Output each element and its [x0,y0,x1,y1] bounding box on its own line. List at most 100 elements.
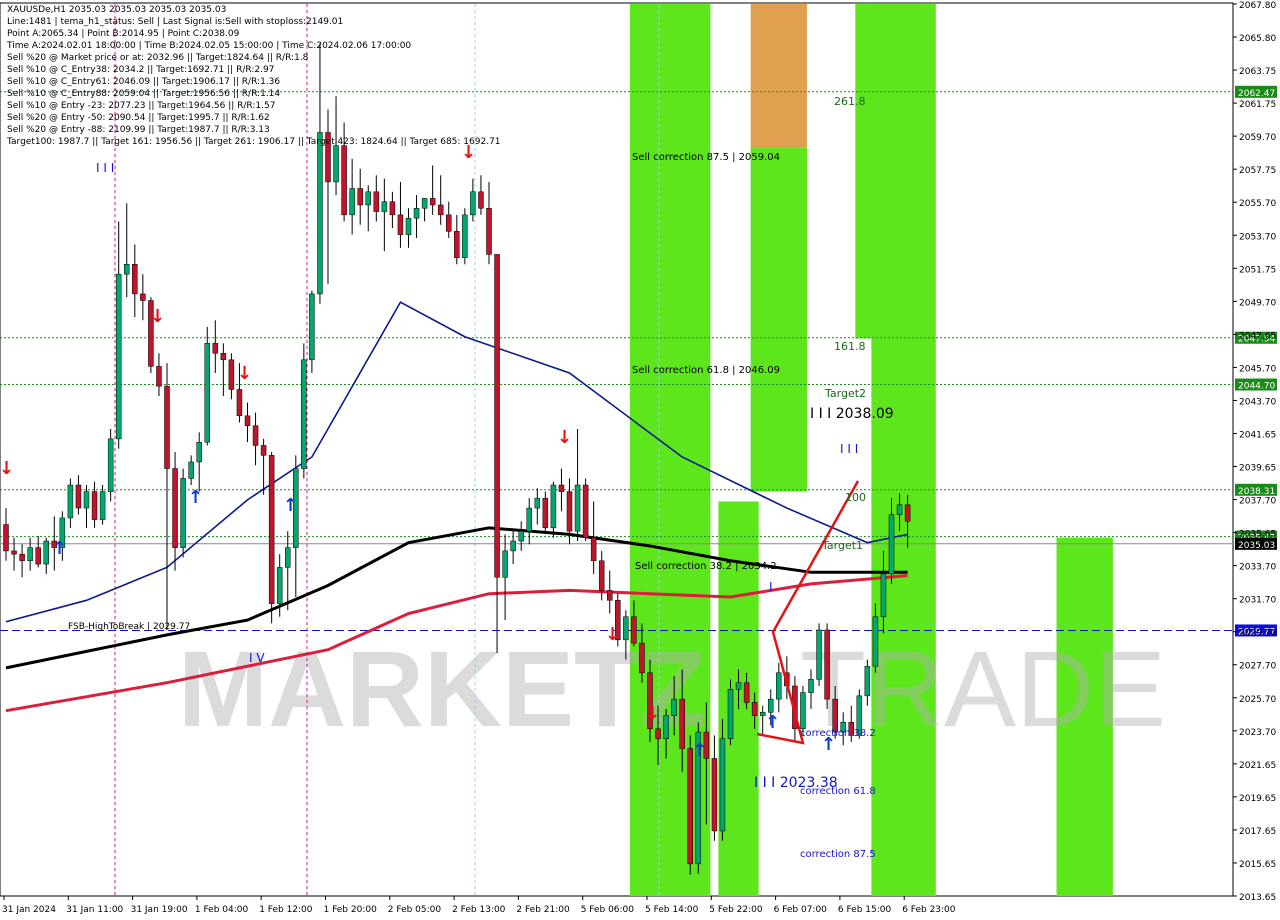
bear-candle [429,198,436,206]
bear-candle [566,491,573,532]
x-tick-label: 1 Feb 04:00 [195,905,249,915]
bull-candle [124,264,130,275]
info-line: Sell %10 @ C_Entry61: 2046.09 || Target:… [7,77,281,87]
bear-candle [824,629,830,700]
bull-candle [462,214,468,258]
info-line: Sell %10 @ C_Entry88: 2059.04 || Target:… [7,89,281,99]
bull-candle [671,698,677,716]
signal-zone [750,4,807,148]
bull-candle [888,514,895,575]
sell-arrow-icon: ↓ [150,306,165,327]
info-line: Sell %20 @ Market price or at: 2032.96 |… [7,53,309,63]
y-tick-label: 2067.80 [1239,1,1276,11]
bull-candle [301,359,307,469]
bull-candle [27,547,33,562]
chart-info-panel: XAUUSDe,H1 2035.03 2035.03 2035.03 2035.… [7,4,501,148]
bull-candle [309,293,315,361]
bear-candle [35,547,41,565]
y-tick-label: 2041.65 [1239,430,1276,440]
correction-label: correction 87.5 [800,849,876,860]
target-label: Target2 [824,387,866,400]
bear-candle [140,293,146,301]
sell-arrow-icon: ↓ [557,427,572,448]
bull-candle [413,208,420,219]
bear-candle [494,254,500,578]
bear-candle [478,191,484,209]
bull-candle [735,682,742,690]
bear-candle [132,264,138,295]
x-tick-label: 6 Feb 07:00 [774,905,828,915]
fib-level-label: 100 [845,491,866,504]
bear-candle [598,560,605,591]
target-label: Target1 [821,539,863,552]
bull-candle [99,491,106,520]
correction-label: Sell correction 38.2 | 2034.2 [635,561,777,572]
bull-candle [574,484,581,532]
bear-candle [446,214,452,232]
x-tick-label: 2 Feb 21:00 [516,905,570,915]
bull-candle [727,689,734,739]
info-line: Time A:2024.02.01 18:00:00 | Time B:2024… [7,41,412,51]
x-tick-label: 5 Feb 22:00 [709,905,763,915]
y-tick-label: 2027.70 [1239,662,1276,672]
bull-candle [285,547,291,568]
y-tick-label: 2055.70 [1239,199,1276,209]
bear-candle [904,504,911,522]
y-tick-label: 2059.70 [1239,133,1276,143]
signal-zone [855,4,912,339]
bear-candle [164,385,170,469]
bull-candle [204,343,210,443]
info-line: Sell %10 @ C_Entry38: 2034.2 || Target:1… [7,65,275,75]
wave-label: I I I 2038.09 [810,406,894,422]
y-tick-label: 2035.65 [1239,530,1276,540]
x-tick-label: 2 Feb 05:00 [388,905,442,915]
buy-arrow-icon: ↑ [52,538,67,559]
bear-candle [437,204,444,216]
correction-label: correction 38.2 [800,728,876,739]
buy-arrow-icon: ↑ [765,712,780,733]
bull-candle [115,273,122,440]
bull-candle [276,567,283,604]
bear-candle [590,537,597,562]
current-price-label: 2035.03 [1238,541,1275,551]
bear-candle [542,497,549,529]
correction-label: correction 61.8 [800,786,876,797]
bear-candle [19,553,25,562]
x-tick-label: 1 Feb 12:00 [259,905,313,915]
x-tick-label: 31 Jan 2024 [2,905,56,915]
bear-candle [260,445,267,456]
bull-candle [333,145,339,183]
bull-candle [188,461,194,479]
wave-label: I [769,580,773,594]
level-price-label: 2038.31 [1238,487,1275,497]
wave-label: I I I [96,161,114,175]
correction-label: Sell correction 87.5 | 2059.04 [632,152,780,163]
bull-candle [800,692,806,730]
bull-candle [510,540,516,552]
level-price-label: 2044.70 [1238,382,1275,392]
bear-candle [75,484,82,509]
bull-candle [776,672,782,700]
bear-candle [244,415,251,426]
bear-candle [172,468,178,548]
bear-candle [236,389,243,417]
bull-candle [180,478,186,548]
bull-candle [67,484,74,519]
bull-candle [502,550,508,578]
bull-candle [550,484,557,529]
y-tick-label: 2023.70 [1239,728,1276,738]
wave-label: I V [249,651,265,665]
sell-arrow-icon: ↓ [645,703,660,724]
bull-candle [623,616,629,641]
x-tick-label: 6 Feb 23:00 [902,905,956,915]
bull-candle [470,191,476,216]
bull-candle [405,217,412,235]
bear-candle [751,702,758,716]
bull-candle [107,438,114,492]
bull-candle [896,504,903,515]
bull-candle [421,198,428,209]
bear-candle [639,642,645,674]
x-tick-label: 5 Feb 14:00 [645,905,699,915]
bull-candle [518,530,524,542]
x-tick-label: 6 Feb 15:00 [838,905,892,915]
